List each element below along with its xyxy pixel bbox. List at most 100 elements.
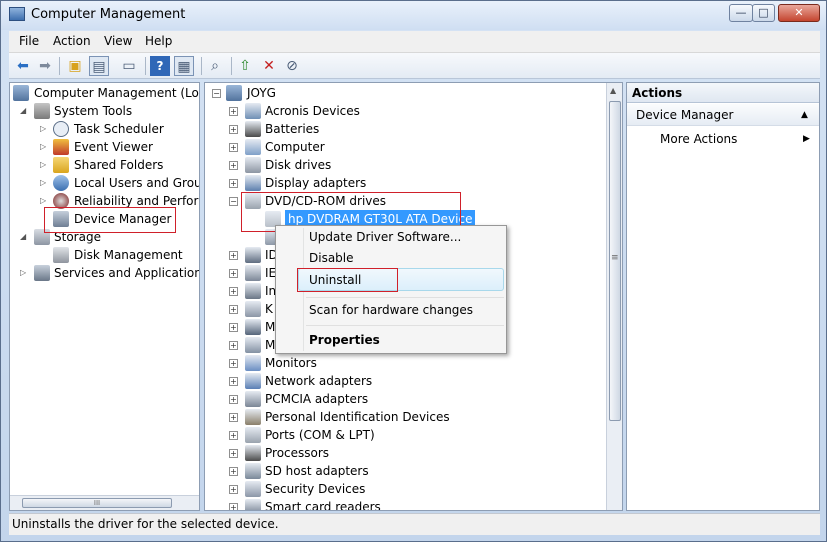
expand-icon[interactable]: + — [229, 395, 238, 404]
device-category-icon — [245, 481, 261, 497]
collapsed-arrow-icon[interactable]: ▷ — [40, 174, 46, 192]
menu-help[interactable]: Help — [145, 34, 172, 48]
console-view-icon[interactable]: ▦ — [174, 56, 194, 76]
collapse-icon[interactable]: − — [229, 197, 238, 206]
expand-icon[interactable]: + — [229, 323, 238, 332]
expand-icon[interactable]: + — [229, 377, 238, 386]
expanded-arrow-icon[interactable]: ◢ — [20, 228, 26, 246]
collapsed-arrow-icon[interactable]: ▷ — [40, 120, 46, 138]
disk-icon — [53, 247, 69, 263]
console-tree-pane[interactable]: Computer Management (Local ◢ System Tool… — [9, 82, 200, 511]
device-category-icon — [245, 463, 261, 479]
minimize-button[interactable]: — — [729, 4, 753, 22]
menu-separator — [306, 325, 504, 326]
expand-icon[interactable]: + — [229, 251, 238, 260]
menu-bar: File Action View Help — [9, 31, 820, 53]
show-tree-icon[interactable]: ▤ — [89, 56, 109, 76]
expand-icon[interactable]: + — [229, 359, 238, 368]
more-actions-link[interactable]: More Actions — [660, 130, 737, 148]
device-category-icon — [245, 373, 261, 389]
expanded-arrow-icon[interactable]: ◢ — [20, 102, 26, 120]
properties-icon[interactable]: ▭ — [119, 56, 139, 76]
toolbar-separator — [201, 57, 202, 75]
collapsed-arrow-icon[interactable]: ▷ — [40, 138, 46, 156]
device-category-icon — [245, 409, 261, 425]
collapsed-arrow-icon[interactable]: ▷ — [40, 156, 46, 174]
expand-icon[interactable]: + — [229, 161, 238, 170]
section-label: Device Manager — [636, 108, 734, 122]
collapse-up-icon[interactable]: ▲ — [801, 104, 808, 126]
menu-action[interactable]: Action — [53, 34, 91, 48]
toolbar-separator — [145, 57, 146, 75]
device-label: Smart card readers — [265, 500, 381, 511]
scan-hardware-icon[interactable]: ⌕ — [205, 56, 225, 76]
device-category-icon — [245, 445, 261, 461]
expand-icon[interactable]: + — [229, 485, 238, 494]
title-bar[interactable]: Computer Management — □ ✕ — [1, 1, 826, 30]
menu-file[interactable]: File — [19, 34, 39, 48]
scroll-grip: ≡ — [611, 253, 619, 263]
menu-item-properties[interactable]: Properties — [309, 330, 380, 350]
device-label: Acronis Devices — [265, 104, 360, 118]
tools-icon — [34, 103, 50, 119]
expand-icon[interactable]: + — [229, 341, 238, 350]
device-label: Display adapters — [265, 176, 367, 190]
collapsed-arrow-icon[interactable]: ▷ — [20, 264, 26, 282]
menu-view[interactable]: View — [104, 34, 132, 48]
device-category-icon — [245, 391, 261, 407]
device-category-icon — [245, 301, 261, 317]
actions-pane: Actions Device Manager ▲ More Actions ▶ — [626, 82, 820, 511]
up-folder-icon[interactable]: ▣ — [65, 56, 85, 76]
tree-label: Shared Folders — [74, 158, 164, 172]
center-vertical-scrollbar[interactable]: ▲ ≡ — [606, 83, 622, 510]
shared-folder-icon — [53, 157, 69, 173]
tree-label: System Tools — [54, 104, 133, 118]
device-category-icon — [245, 283, 261, 299]
forward-icon[interactable]: ➡ — [35, 56, 55, 76]
device-label: M — [265, 338, 276, 352]
annotation-box-uninstall — [297, 268, 398, 292]
menu-separator — [306, 297, 504, 298]
back-icon[interactable]: ⬅ — [13, 56, 33, 76]
annotation-box-device-manager — [44, 207, 176, 233]
expand-icon[interactable]: + — [229, 305, 238, 314]
actions-header: Actions — [627, 83, 819, 103]
disable-icon[interactable]: ⊘ — [282, 56, 302, 76]
event-viewer-icon — [53, 139, 69, 155]
uninstall-icon[interactable]: ✕ — [259, 56, 279, 76]
expand-icon[interactable]: + — [229, 413, 238, 422]
expand-icon[interactable]: + — [229, 143, 238, 152]
device-label: K — [265, 302, 273, 316]
status-bar: Uninstalls the driver for the selected d… — [9, 513, 820, 535]
update-driver-icon[interactable]: ⇧ — [235, 56, 255, 76]
menu-item-disable[interactable]: Disable — [309, 248, 354, 268]
expand-icon[interactable]: + — [229, 503, 238, 510]
device-label: Computer — [265, 140, 325, 154]
menu-item-update-driver[interactable]: Update Driver Software... — [309, 227, 461, 247]
left-horizontal-scrollbar[interactable]: III — [10, 495, 199, 510]
expand-icon[interactable]: + — [229, 179, 238, 188]
device-category-icon — [245, 139, 261, 155]
expand-icon[interactable]: + — [229, 287, 238, 296]
close-button[interactable]: ✕ — [778, 4, 820, 22]
device-label: M — [265, 320, 276, 334]
expand-icon[interactable]: + — [229, 125, 238, 134]
expand-icon[interactable]: + — [229, 107, 238, 116]
device-label: JOYG — [247, 86, 276, 100]
expand-icon[interactable]: + — [229, 269, 238, 278]
expand-icon[interactable]: + — [229, 431, 238, 440]
actions-section-device-manager[interactable]: Device Manager ▲ — [627, 104, 819, 126]
toolbar-separator — [59, 57, 60, 75]
expand-icon[interactable]: + — [229, 449, 238, 458]
scroll-up-icon[interactable]: ▲ — [610, 86, 616, 95]
device-category-icon — [245, 121, 261, 137]
device-category-icon — [245, 247, 261, 263]
submenu-arrow-icon[interactable]: ▶ — [803, 134, 810, 144]
collapse-icon[interactable]: − — [212, 89, 221, 98]
expand-icon[interactable]: + — [229, 467, 238, 476]
menu-item-scan-hardware[interactable]: Scan for hardware changes — [309, 300, 473, 320]
help-icon[interactable]: ? — [150, 56, 170, 76]
clock-icon — [53, 121, 69, 137]
maximize-button[interactable]: □ — [752, 4, 775, 22]
scroll-thumb[interactable]: III — [22, 498, 172, 508]
